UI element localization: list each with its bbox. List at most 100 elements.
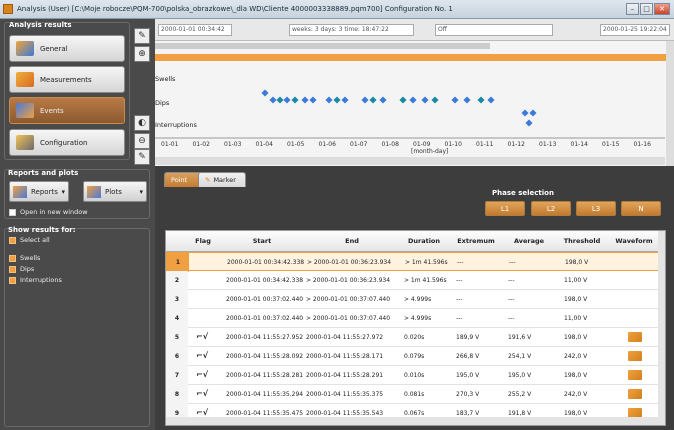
flag-icon[interactable]: ⌐√	[196, 370, 208, 379]
table-horizontal-scrollbar[interactable]	[166, 417, 660, 425]
event-marker[interactable]	[431, 96, 439, 104]
chart-vertical-scrollbar[interactable]	[666, 41, 674, 166]
table-vertical-scrollbar[interactable]	[658, 231, 665, 425]
event-marker[interactable]	[409, 96, 417, 104]
table-row[interactable]: 6 2000-01-04 11:55:28.092 2000-01-04 11:55…	[166, 347, 665, 366]
th-flag[interactable]: Flag	[188, 231, 218, 252]
tab-marker[interactable]: ✎ Marker	[198, 172, 246, 187]
start-time-field[interactable]: 2000-01-01 00:34:42	[158, 24, 232, 36]
checkbox-box[interactable]	[9, 208, 16, 216]
th-extremum[interactable]: Extremum	[450, 231, 502, 252]
filter-dips-checkbox[interactable]: Dips	[9, 265, 34, 273]
event-marker[interactable]	[261, 89, 269, 97]
nav-events-button[interactable]: Events	[9, 97, 125, 124]
table-row[interactable]: 7 2000-01-04 11:55:28.281 2000-01-04 11:55…	[166, 366, 665, 385]
edit-bottom-icon[interactable]: ✎	[134, 149, 150, 165]
event-marker[interactable]	[369, 96, 377, 104]
checkbox-box[interactable]	[9, 254, 16, 262]
table-row[interactable]: 3 2000-01-01 00:37:02.440 > 2000-01-01 00:…	[166, 290, 665, 309]
checkbox-box[interactable]	[9, 265, 16, 273]
x-axis-label: [month-day]	[411, 148, 449, 155]
zoom-in-icon[interactable]: ⊕	[134, 46, 150, 62]
phase-l2-button[interactable]: L2	[531, 201, 571, 216]
events-table: Flag Start End Duration Extremum Average…	[165, 230, 666, 426]
select-all-checkbox[interactable]: Select all	[9, 236, 50, 244]
filter-interruptions-checkbox[interactable]: Interruptions	[9, 276, 62, 284]
event-marker[interactable]	[529, 109, 537, 117]
cell-extremum: 195,0 V	[456, 372, 480, 379]
flag-icon[interactable]: ⌐√	[196, 408, 208, 417]
time-range-slider[interactable]	[155, 54, 674, 61]
x-tick-label: 01-04	[255, 141, 273, 148]
th-average[interactable]: Average	[502, 231, 556, 252]
event-marker[interactable]	[291, 96, 299, 104]
nav-measurements-button[interactable]: Measurements	[9, 66, 125, 93]
plots-button[interactable]: Plots ▾	[83, 181, 147, 202]
event-marker[interactable]	[421, 96, 429, 104]
table-row[interactable]: 1 2000-01-01 00:34:42.338 > 2000-01-01 00:…	[166, 252, 665, 272]
event-marker[interactable]	[521, 109, 529, 117]
maximize-button[interactable]: □	[640, 3, 653, 15]
phase-n-button[interactable]: N	[621, 201, 661, 216]
event-marker[interactable]	[463, 96, 471, 104]
th-waveform[interactable]: Waveform	[608, 231, 660, 252]
waveform-icon[interactable]	[628, 332, 642, 342]
th-threshold[interactable]: Threshold	[556, 231, 608, 252]
event-marker[interactable]	[399, 96, 407, 104]
reports-title: Reports and plots	[8, 169, 79, 177]
cell-extremum: ---	[456, 296, 463, 303]
edit-icon[interactable]: ✎	[134, 28, 150, 44]
orange-handle-icon[interactable]: ◐	[134, 115, 150, 131]
event-marker[interactable]	[477, 96, 485, 104]
nav-configuration-button[interactable]: Configuration	[9, 129, 125, 156]
nav-general-button[interactable]: General	[9, 35, 125, 62]
phase-l2-label: L2	[546, 204, 556, 213]
cell-threshold: 11,00 V	[564, 277, 588, 284]
end-time-field[interactable]: 2000-01-25 19:22:04	[600, 24, 670, 36]
close-button[interactable]: ✕	[654, 3, 670, 15]
event-marker[interactable]	[525, 119, 533, 127]
chart-horizontal-scrollbar[interactable]	[155, 157, 665, 165]
table-row[interactable]: 2 2000-01-01 00:34:42.338 > 2000-01-01 00:…	[166, 271, 665, 290]
th-end[interactable]: End	[306, 231, 398, 252]
event-marker[interactable]	[309, 96, 317, 104]
event-marker[interactable]	[361, 96, 369, 104]
open-new-window-checkbox[interactable]: Open in new window	[9, 208, 88, 216]
reports-button[interactable]: Reports ▾	[9, 181, 69, 202]
event-marker[interactable]	[379, 96, 387, 104]
flag-icon[interactable]: ⌐√	[196, 389, 208, 398]
table-row[interactable]: 5 2000-01-04 11:55:27.952 2000-01-04 11:55…	[166, 328, 665, 347]
minimize-button[interactable]: –	[626, 3, 639, 15]
cell-duration: > 4.999s	[404, 315, 432, 322]
cell-n: 5	[174, 334, 180, 341]
event-marker[interactable]	[333, 96, 341, 104]
waveform-icon[interactable]	[628, 370, 642, 380]
waveform-icon[interactable]	[628, 351, 642, 361]
flag-icon[interactable]: ⌐√	[196, 332, 208, 341]
flag-icon[interactable]: ⌐√	[196, 351, 208, 360]
phase-l1-button[interactable]: L1	[485, 201, 525, 216]
range-bar[interactable]	[155, 43, 490, 49]
cell-threshold: 198,0 V	[564, 372, 588, 379]
phase-l3-button[interactable]: L3	[576, 201, 616, 216]
event-marker[interactable]	[451, 96, 459, 104]
table-row[interactable]: 4 2000-01-01 00:37:02.440 > 2000-01-01 00:…	[166, 309, 665, 328]
zoom-out-icon[interactable]: ⊖	[134, 133, 150, 149]
waveform-icon[interactable]	[628, 389, 642, 399]
event-marker[interactable]	[283, 96, 291, 104]
th-duration[interactable]: Duration	[398, 231, 450, 252]
checkbox-box[interactable]	[9, 276, 16, 284]
event-marker[interactable]	[269, 96, 277, 104]
reports-icon	[13, 185, 27, 198]
event-marker[interactable]	[341, 96, 349, 104]
event-marker[interactable]	[325, 96, 333, 104]
th-number[interactable]	[166, 231, 188, 252]
event-marker[interactable]	[301, 96, 309, 104]
event-marker[interactable]	[487, 96, 495, 104]
off-dropdown[interactable]: Off	[435, 24, 553, 36]
event-marker[interactable]	[276, 96, 284, 104]
table-row[interactable]: 8 2000-01-04 11:55:35.294 2000-01-04 11:55…	[166, 385, 665, 404]
checkbox-box[interactable]	[9, 236, 16, 244]
th-start[interactable]: Start	[218, 231, 306, 252]
filter-swells-checkbox[interactable]: Swells	[9, 254, 40, 262]
